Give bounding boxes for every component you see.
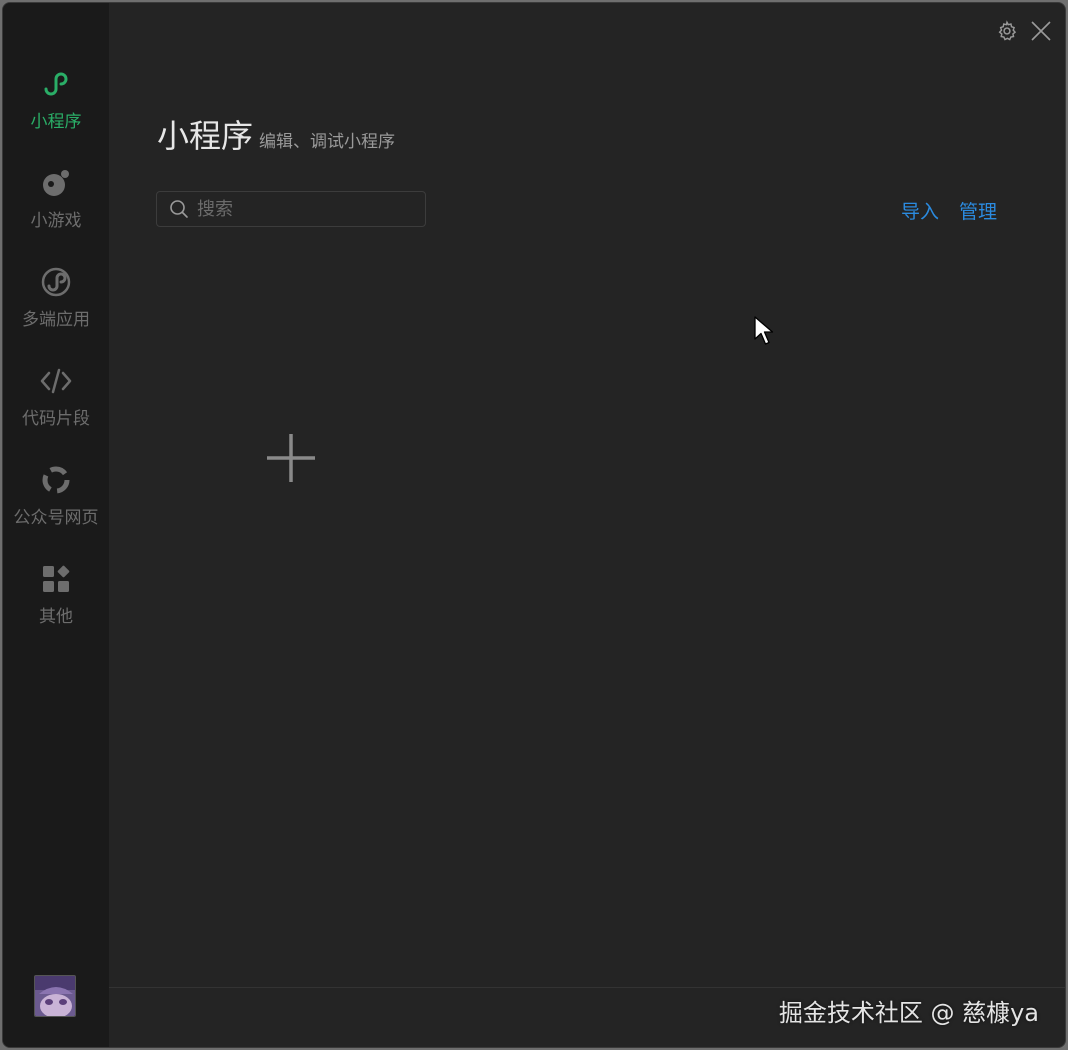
page-subtitle: 编辑、调试小程序 (259, 132, 396, 152)
plus-icon (267, 434, 315, 482)
sidebar-item-label: 其他 (39, 607, 73, 627)
sidebar-item-other[interactable]: 其他 (3, 562, 109, 652)
sidebar-item-label: 公众号网页 (13, 508, 99, 528)
code-icon (39, 364, 73, 398)
sidebar-item-multi-platform[interactable]: 多端应用 (3, 265, 109, 355)
window-controls (995, 19, 1053, 43)
sidebar-item-official-account[interactable]: 公众号网页 (3, 463, 109, 553)
search-icon (170, 200, 188, 218)
add-project-button[interactable] (241, 408, 341, 508)
gear-icon[interactable] (995, 19, 1019, 43)
mini-game-icon (39, 166, 73, 200)
other-icon (39, 562, 73, 596)
header-actions: 导入 管理 (901, 197, 997, 224)
sidebar-item-label: 多端应用 (22, 310, 90, 330)
sidebar-item-label: 小程序 (30, 112, 82, 132)
avatar[interactable] (34, 975, 76, 1017)
manage-button[interactable]: 管理 (959, 197, 997, 224)
search-box (156, 191, 426, 227)
mouse-cursor-icon (753, 315, 775, 351)
sidebar-item-label: 代码片段 (22, 409, 90, 429)
sidebar-item-code-snippet[interactable]: 代码片段 (3, 364, 109, 454)
app-window: 小程序 小游戏 多端应用 代码片段 公众号网页 其他 小程序 编辑、调试小程序 … (2, 2, 1066, 1048)
import-button[interactable]: 导入 (901, 197, 939, 224)
page-heading: 小程序 编辑、调试小程序 (157, 111, 395, 157)
sidebar-item-mini-program[interactable]: 小程序 (3, 67, 109, 157)
watermark: 掘金技术社区 @ 慈槺ya (778, 999, 1039, 1027)
sidebar: 小程序 小游戏 多端应用 代码片段 公众号网页 其他 (3, 3, 109, 1047)
sidebar-item-label: 小游戏 (30, 211, 82, 231)
search-input[interactable] (195, 197, 399, 221)
page-title: 小程序 (157, 117, 254, 155)
multi-platform-icon (39, 265, 73, 299)
sidebar-item-mini-game[interactable]: 小游戏 (3, 166, 109, 256)
official-account-icon (39, 463, 73, 497)
footer-divider (109, 987, 1065, 988)
close-icon[interactable] (1029, 19, 1053, 43)
mini-program-icon (39, 67, 73, 101)
